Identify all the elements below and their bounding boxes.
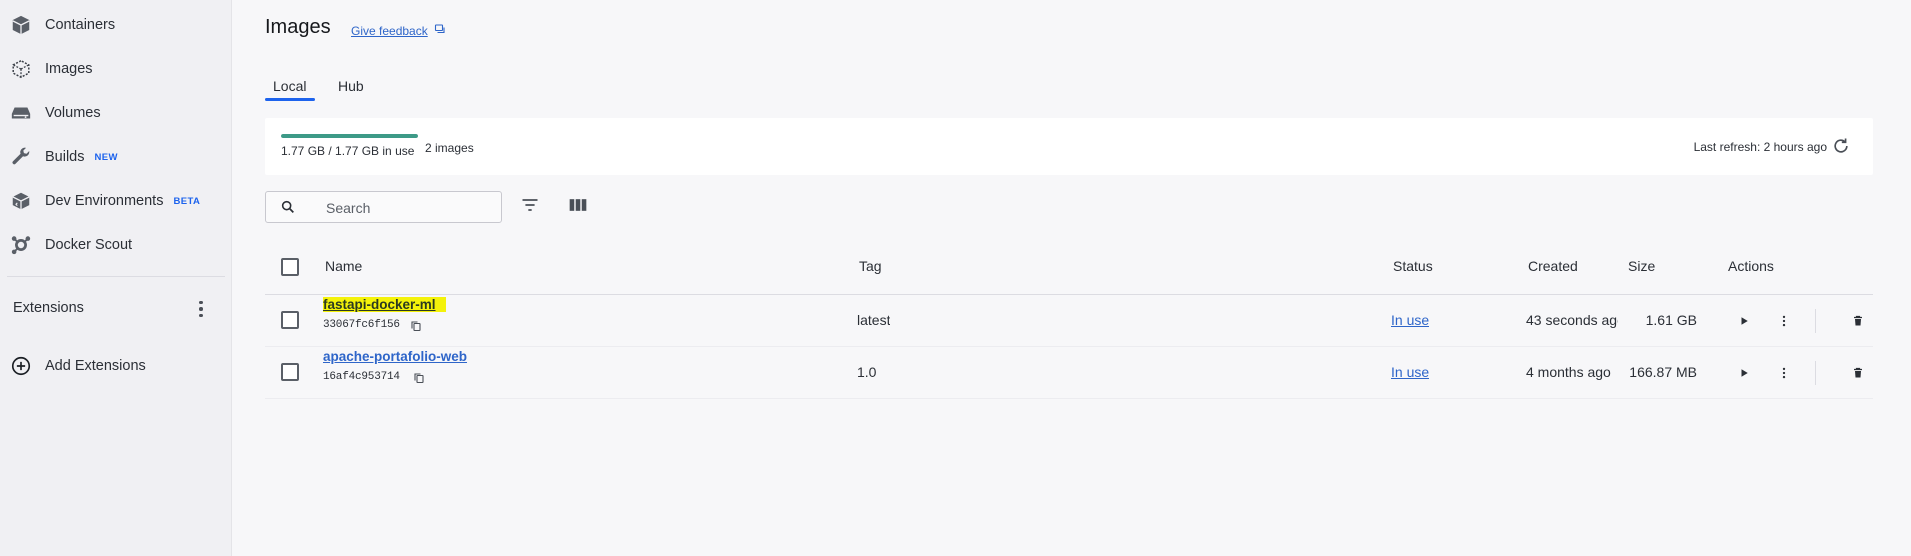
more-vert-icon — [1782, 315, 1786, 327]
column-header-actions: Actions — [1728, 258, 1774, 274]
sidebar-item-label: Containers — [45, 17, 116, 33]
table-row: apache-portafolio-web 16af4c953714 1.0 I… — [265, 347, 1873, 399]
sidebar-item-label: Dev Environments — [45, 193, 164, 209]
image-count: 2 images — [425, 141, 474, 155]
sidebar-divider — [7, 276, 225, 277]
containers-icon — [9, 13, 33, 37]
search-icon — [280, 199, 296, 220]
active-tab-indicator — [265, 98, 315, 101]
disk-usage-text: 1.77 GB / 1.77 GB in use — [281, 144, 415, 158]
give-feedback-link[interactable]: Give feedback — [351, 23, 446, 38]
copy-icon[interactable] — [410, 319, 422, 332]
column-header-status[interactable]: Status — [1393, 258, 1433, 274]
disk-usage-bar — [281, 134, 418, 138]
row-checkbox[interactable] — [281, 363, 299, 381]
image-size: 166.87 MB — [1629, 364, 1697, 380]
column-header-created[interactable]: Created — [1528, 258, 1578, 274]
add-circle-icon — [9, 354, 33, 378]
sidebar: Containers Images Volumes Builds NEW Dev… — [0, 0, 232, 556]
sidebar-item-docker-scout[interactable]: Docker Scout — [0, 227, 232, 263]
page-title: Images — [265, 16, 331, 38]
play-icon — [1741, 317, 1748, 325]
play-icon — [1741, 369, 1748, 377]
filter-button[interactable] — [518, 195, 542, 219]
run-button[interactable] — [1734, 363, 1754, 383]
feedback-icon — [434, 23, 446, 38]
image-id: 16af4c953714 — [323, 371, 400, 383]
wrench-icon — [9, 145, 33, 169]
extensions-heading: Extensions — [13, 300, 84, 316]
sidebar-item-label: Builds — [45, 149, 85, 165]
status-link[interactable]: In use — [1391, 312, 1429, 328]
column-header-name[interactable]: Name — [325, 258, 362, 274]
image-id: 33067fc6f156 — [323, 319, 400, 331]
add-extensions-button[interactable]: Add Extensions — [0, 348, 232, 384]
delete-button[interactable] — [1848, 311, 1868, 331]
trash-icon — [1854, 315, 1862, 326]
actions-divider — [1815, 309, 1816, 333]
image-name-link[interactable]: apache-portafolio-web — [323, 349, 467, 364]
tab-local[interactable]: Local — [273, 78, 306, 94]
image-size: 1.61 GB — [1645, 312, 1697, 328]
sidebar-item-label: Volumes — [45, 105, 101, 121]
sidebar-item-label: Docker Scout — [45, 237, 133, 253]
search-box — [265, 191, 502, 223]
run-button[interactable] — [1734, 311, 1754, 331]
row-checkbox[interactable] — [281, 311, 299, 329]
filter-icon — [520, 195, 540, 220]
search-input[interactable] — [326, 198, 491, 218]
images-icon — [9, 57, 33, 81]
delete-button[interactable] — [1848, 363, 1868, 383]
sidebar-item-volumes[interactable]: Volumes — [0, 95, 232, 131]
last-refresh-text: Last refresh: 2 hours ago — [1693, 140, 1827, 154]
column-header-size[interactable]: Size — [1628, 258, 1655, 274]
refresh-icon[interactable] — [1831, 136, 1851, 156]
dev-environments-icon — [9, 189, 33, 213]
trash-icon — [1854, 367, 1862, 378]
image-tag: 1.0 — [857, 364, 877, 380]
actions-divider — [1815, 361, 1816, 385]
tab-hub[interactable]: Hub — [338, 78, 364, 94]
row-divider — [265, 398, 1873, 399]
table-row: fastapi-docker-ml 33067fc6f156 latest In… — [265, 295, 1873, 347]
sidebar-item-containers[interactable]: Containers — [0, 7, 232, 43]
new-badge: NEW — [94, 151, 118, 163]
image-name-link[interactable]: fastapi-docker-ml — [323, 297, 446, 312]
sidebar-item-images[interactable]: Images — [0, 51, 232, 87]
scout-icon — [9, 233, 33, 257]
more-vert-icon — [1782, 367, 1786, 379]
more-actions-button[interactable] — [1774, 363, 1794, 383]
status-link[interactable]: In use — [1391, 364, 1429, 380]
give-feedback-label: Give feedback — [351, 23, 428, 38]
columns-button[interactable] — [566, 195, 590, 219]
select-all-checkbox[interactable] — [281, 258, 299, 276]
column-header-tag[interactable]: Tag — [859, 258, 882, 274]
disk-usage-card: 1.77 GB / 1.77 GB in use 2 images Last r… — [265, 118, 1873, 175]
disk-usage-fill — [281, 134, 418, 138]
sidebar-item-dev-env-label-wrap: Dev Environments BETA — [45, 193, 200, 209]
sidebar-item-dev-environments[interactable]: Dev Environments BETA — [0, 183, 232, 219]
sidebar-item-builds[interactable]: Builds NEW — [0, 139, 232, 175]
image-tag: latest — [857, 312, 891, 328]
extensions-menu-button[interactable] — [193, 298, 209, 320]
volumes-icon — [9, 101, 33, 125]
more-actions-button[interactable] — [1774, 311, 1794, 331]
copy-icon[interactable] — [413, 371, 425, 384]
add-extensions-label: Add Extensions — [45, 358, 146, 374]
beta-badge: BETA — [173, 195, 201, 207]
sidebar-item-builds-label-wrap: Builds NEW — [45, 149, 118, 165]
sidebar-item-label: Images — [45, 61, 93, 77]
columns-icon — [568, 195, 588, 220]
